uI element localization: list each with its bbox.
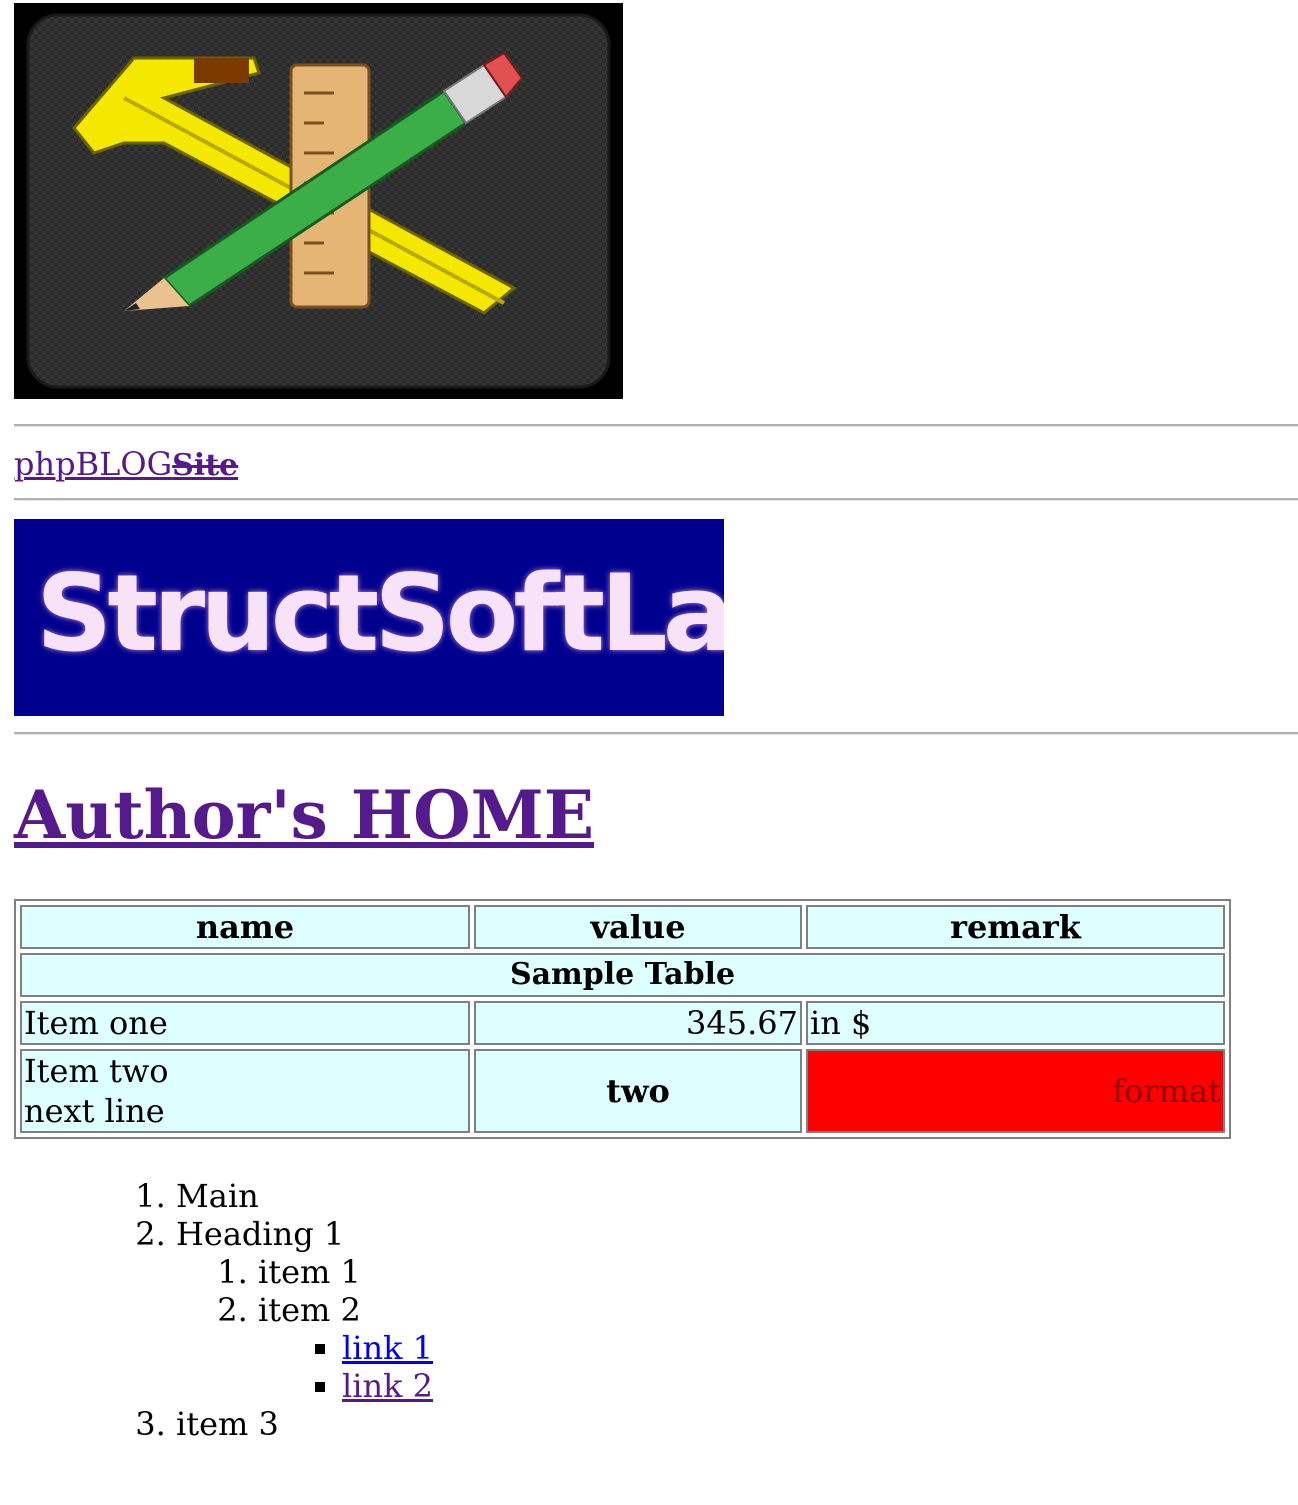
cell-value: two (474, 1049, 802, 1133)
page-title-link[interactable]: Author's HOME (14, 772, 594, 858)
link-2[interactable]: link 2 (342, 1367, 433, 1405)
column-header-name: name (20, 905, 470, 949)
column-header-value: value (474, 905, 802, 949)
list-item: Main (176, 1177, 433, 1215)
horizontal-rule (14, 424, 1298, 427)
cell-name-line2: next line (24, 1092, 165, 1130)
cell-remark: in $ (806, 1001, 1225, 1045)
cell-value: 345.67 (474, 1001, 802, 1045)
list-item-label: item 2 (258, 1291, 361, 1329)
cell-remark-highlighted: format (806, 1049, 1225, 1133)
site-home-link[interactable]: phpBLOGSite (14, 442, 238, 488)
ordered-list: Main Heading 1 item 1 item 2 link 1 link… (0, 1177, 433, 1443)
list-item: Heading 1 item 1 item 2 link 1 link 2 (176, 1215, 433, 1405)
list-item: item 2 link 1 link 2 (258, 1291, 433, 1405)
table-row: Item one 345.67 in $ (20, 1001, 1225, 1045)
list-item: item 3 (176, 1405, 433, 1443)
table-header-row: name value remark (20, 905, 1225, 949)
site-name: phpBLOG (14, 445, 173, 483)
cell-name: Item one (20, 1001, 470, 1045)
horizontal-rule (14, 498, 1298, 501)
table-caption: Sample Table (20, 953, 1225, 997)
list-item: item 1 (258, 1253, 433, 1291)
cell-name-line1: Item two (24, 1052, 169, 1090)
outline-list: Main Heading 1 item 1 item 2 link 1 link… (0, 1177, 433, 1443)
cell-name: Item two next line (20, 1049, 470, 1133)
sample-table: name value remark Sample Table Item one … (14, 899, 1231, 1139)
list-item: link 2 (342, 1367, 433, 1405)
list-item: link 1 (342, 1329, 433, 1367)
horizontal-rule (14, 732, 1298, 735)
table-caption-row: Sample Table (20, 953, 1225, 997)
table-row: Item two next line two format (20, 1049, 1225, 1133)
link-list: link 1 link 2 (258, 1329, 433, 1405)
banner-text: StructSoftLab (36, 552, 724, 675)
structsoftlab-banner: StructSoftLab (14, 519, 724, 716)
link-1[interactable]: link 1 (342, 1329, 433, 1367)
tools-logo-image (14, 3, 623, 399)
nested-ordered-list: item 1 item 2 link 1 link 2 (176, 1253, 433, 1405)
list-item-label: Heading 1 (176, 1215, 345, 1253)
site-name-struck: Site (172, 448, 239, 483)
column-header-remark: remark (806, 905, 1225, 949)
